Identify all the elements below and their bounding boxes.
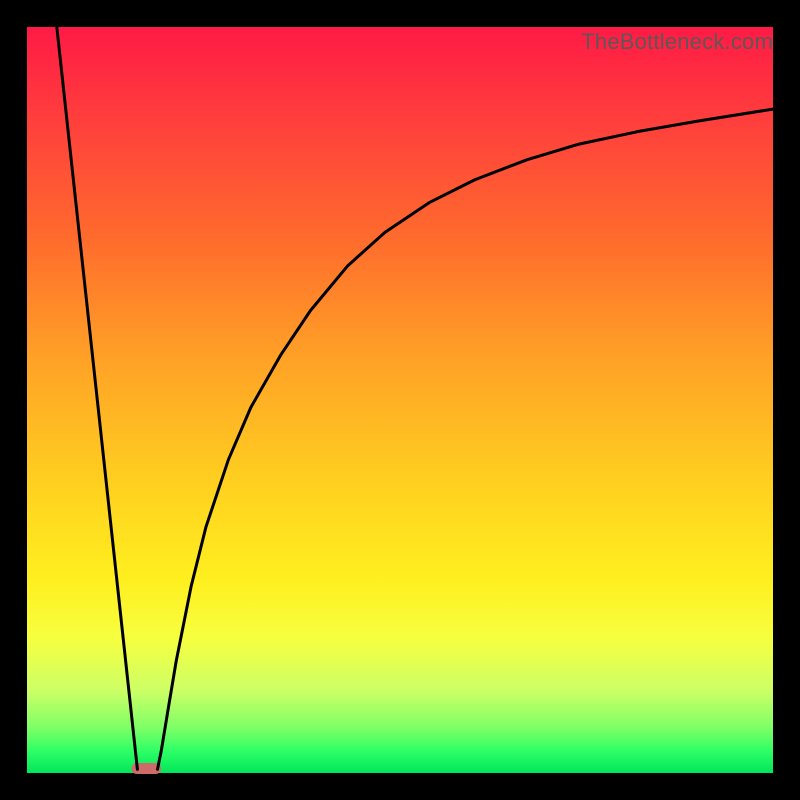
watermark-text: TheBottleneck.com (581, 29, 773, 55)
chart-frame: TheBottleneck.com (0, 0, 800, 800)
plot-area (27, 27, 773, 773)
